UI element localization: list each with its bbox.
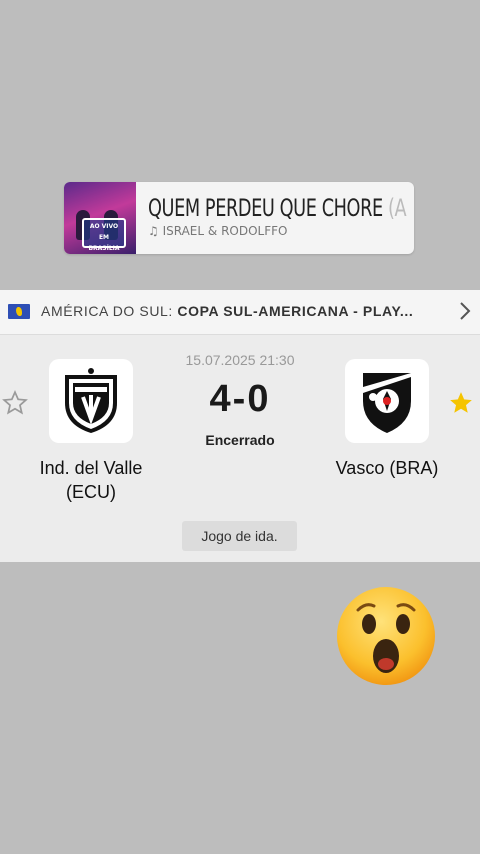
music-note-icon: ♫ bbox=[148, 224, 159, 238]
competition-title: AMÉRICA DO SUL: COPA SUL-AMERICANA - PLA… bbox=[41, 303, 414, 319]
chevron-right-icon[interactable] bbox=[456, 300, 474, 322]
match-card[interactable]: AMÉRICA DO SUL: COPA SUL-AMERICANA - PLA… bbox=[0, 290, 480, 562]
album-cover-logo: AO VIVO EM BRASÍLIA bbox=[82, 218, 126, 252]
album-cover: AO VIVO EM BRASÍLIA bbox=[64, 182, 136, 254]
home-team-name[interactable]: Ind. del Valle (ECU) bbox=[26, 456, 156, 504]
song-title: QUEM PERDEU QUE CHORE (A bbox=[148, 194, 407, 222]
music-sticker[interactable]: AO VIVO EM BRASÍLIA QUEM PERDEU QUE CHOR… bbox=[64, 182, 414, 254]
leg-badge: Jogo de ida. bbox=[182, 521, 297, 551]
star-filled-icon[interactable] bbox=[448, 390, 474, 416]
song-artist: ♫ ISRAEL & RODOLFFO bbox=[148, 224, 288, 238]
away-team-logo[interactable] bbox=[345, 359, 429, 443]
competition-header[interactable]: AMÉRICA DO SUL: COPA SUL-AMERICANA - PLA… bbox=[0, 290, 480, 335]
south-america-flag-icon bbox=[8, 304, 30, 319]
surprised-face-emoji bbox=[337, 587, 435, 685]
away-team-name[interactable]: Vasco (BRA) bbox=[318, 456, 456, 480]
